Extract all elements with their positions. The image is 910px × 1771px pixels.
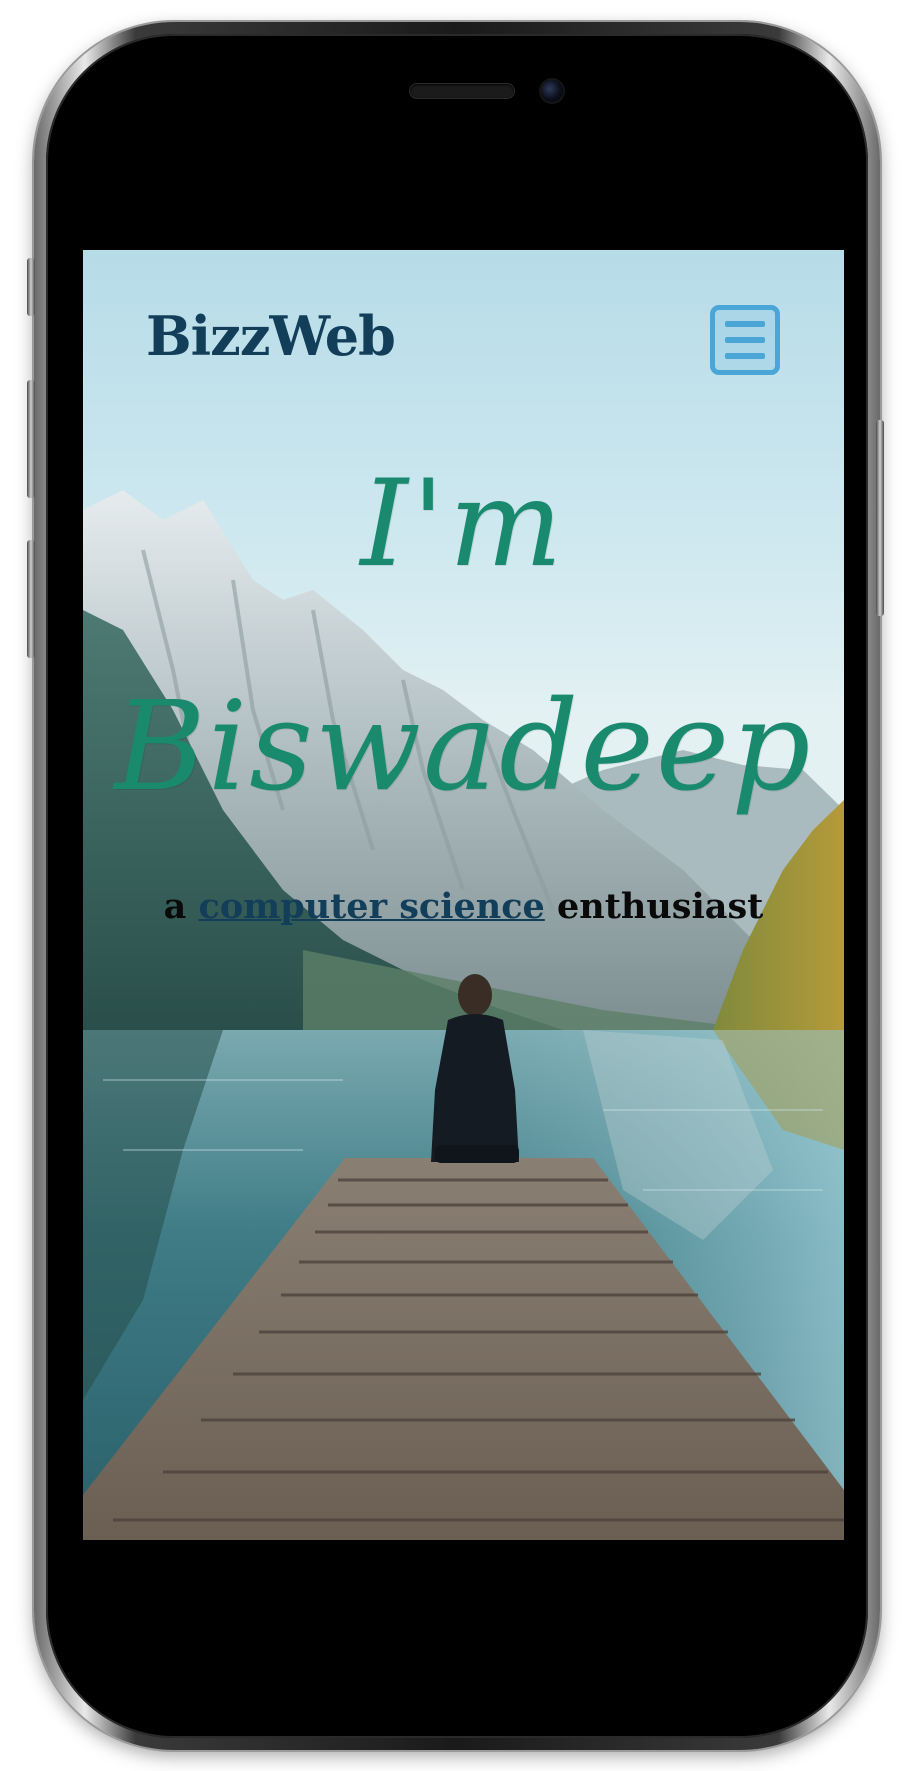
phone-volume-down-button [27,540,35,658]
phone-power-button [876,420,884,616]
hero-greeting: I'm [360,455,567,594]
phone-volume-up-button [27,380,35,498]
tagline-prefix: a [163,886,187,927]
brand-logo[interactable]: BizzWeb [146,304,396,368]
hamburger-menu-button[interactable] [710,305,780,375]
tagline-link[interactable]: computer science [199,886,545,927]
tagline-suffix: enthusiast [557,886,764,927]
phone-silent-switch [27,258,35,316]
phone-screen: BizzWeb I'm Biswadeep a computer science… [83,250,844,1540]
phone-camera [541,80,563,102]
hero-tagline: a computer science enthusiast [83,886,844,927]
phone-speaker [410,84,514,98]
hero-name: Biswadeep [114,675,813,819]
